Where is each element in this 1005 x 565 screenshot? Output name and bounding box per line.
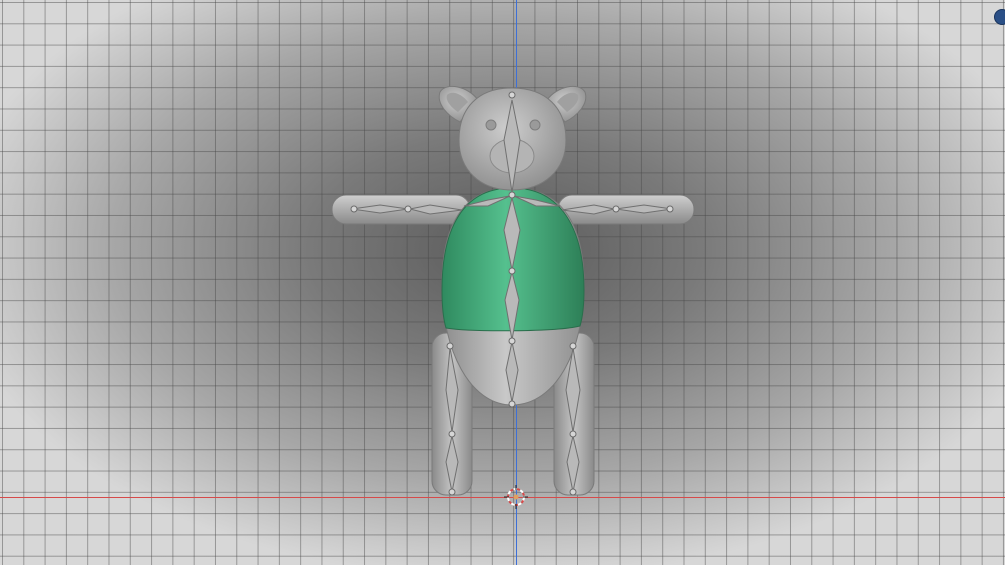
armature[interactable] (351, 99, 673, 493)
3d-viewport[interactable] (0, 0, 1005, 565)
scene-canvas[interactable] (0, 0, 1005, 565)
3d-cursor-icon[interactable] (504, 485, 528, 509)
navigation-gizmo-icon[interactable] (994, 9, 1005, 25)
left-eye (485, 119, 497, 131)
right-eye (529, 119, 541, 131)
